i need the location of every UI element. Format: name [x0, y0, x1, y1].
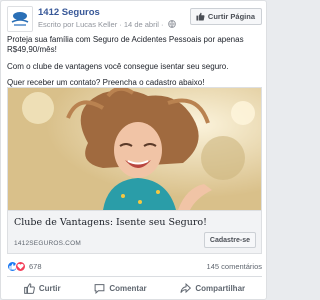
link-domain: 1412SEGUROS.COM [14, 240, 81, 247]
meta-separator: · [119, 20, 122, 29]
like-page-label: Curtir Página [207, 12, 255, 21]
like-button[interactable]: Curtir [24, 279, 61, 297]
globe-icon [167, 20, 176, 30]
post-body: Proteja sua família com Seguro de Aciden… [7, 35, 262, 95]
reactions-summary[interactable]: 678 [7, 261, 42, 272]
comment-icon [94, 283, 105, 294]
share-label: Compartilhar [195, 283, 246, 293]
thumbs-up-icon [196, 12, 205, 21]
love-reaction-icon [15, 261, 26, 272]
comment-label: Comentar [109, 283, 147, 293]
comment-button[interactable]: Comentar [94, 279, 147, 297]
post-meta: Escrito por Lucas Keller · 14 de abril · [38, 20, 176, 30]
post-text-line: Com o clube de vantagens você consegue i… [7, 61, 229, 71]
post-actions: Curtir Comentar Compartilhar [7, 279, 262, 297]
share-arrow-icon [180, 282, 192, 293]
post-text-line: Proteja sua família com Seguro de Aciden… [7, 35, 244, 55]
page-avatar[interactable] [7, 6, 33, 32]
comments-count[interactable]: 145 comentários [207, 262, 262, 271]
reaction-count[interactable]: 678 [29, 262, 42, 271]
page-name[interactable]: 1412 Seguros [38, 7, 100, 18]
author-line: Escrito por Lucas Keller [38, 20, 118, 29]
signup-button[interactable]: Cadastre-se [203, 232, 256, 248]
meta-separator: · [161, 20, 164, 29]
like-label: Curtir [38, 283, 61, 293]
link-title[interactable]: Clube de Vantagens: Isente seu Seguro! [14, 217, 207, 228]
post-stats: 678 145 comentários [7, 260, 262, 274]
smiling-girl-photo [8, 88, 261, 210]
like-page-button[interactable]: Curtir Página [189, 8, 262, 25]
link-attachment[interactable]: Clube de Vantagens: Isente seu Seguro! 1… [7, 87, 262, 254]
post-header: 1412 Seguros Escrito por Lucas Keller · … [7, 6, 262, 32]
actions-divider [7, 276, 262, 277]
thumbs-up-icon [24, 282, 35, 294]
share-button[interactable]: Compartilhar [180, 279, 245, 297]
post-card: 1412 Seguros Escrito por Lucas Keller · … [0, 0, 267, 300]
link-caption[interactable]: Clube de Vantagens: Isente seu Seguro! 1… [8, 210, 261, 253]
seguros-logo-icon [8, 7, 32, 31]
link-photo[interactable] [8, 88, 261, 210]
post-date[interactable]: 14 de abril [124, 20, 159, 29]
